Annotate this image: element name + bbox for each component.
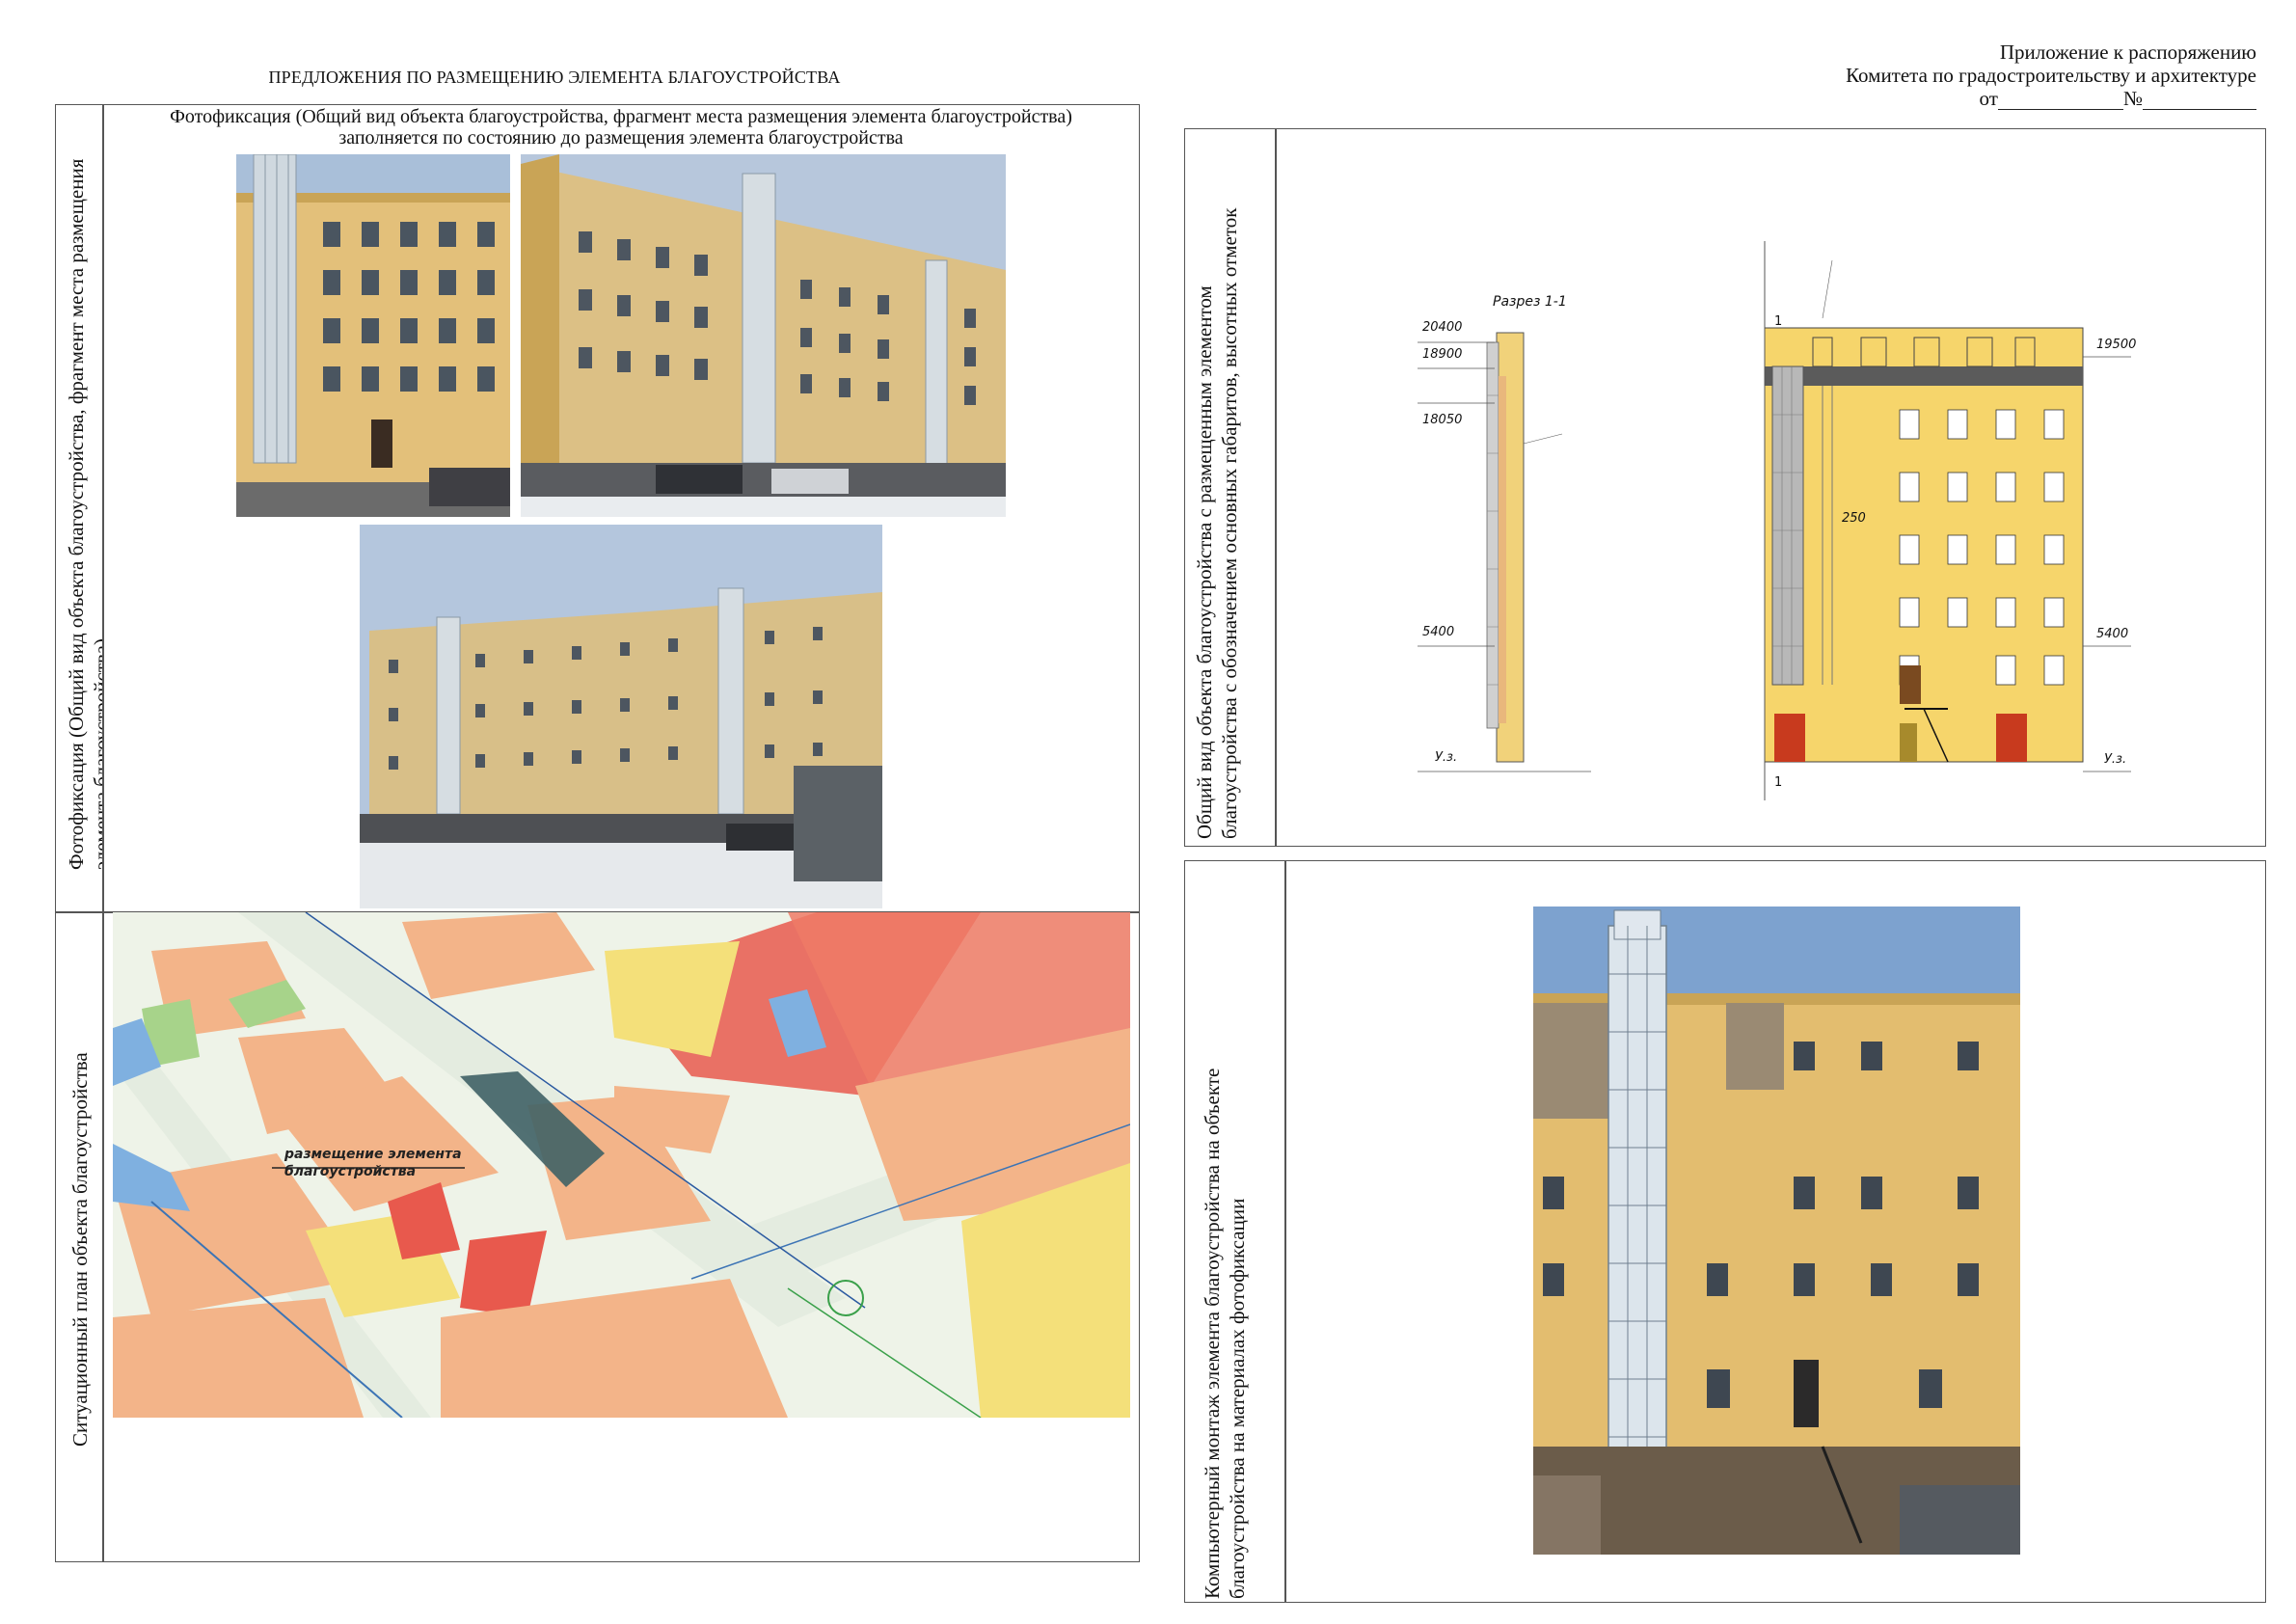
- photo-section-side-label: Фотофиксация (Общий вид объекта благоуст…: [65, 158, 102, 870]
- situational-map: размещение элемента благоустройства: [113, 912, 1130, 1418]
- axis-mark-top: 1: [1774, 314, 1783, 329]
- drawing-section-side-label: Общий вид объекта благоустройства с разм…: [1193, 207, 1241, 840]
- map-placement-label-line-1: размещение элемента: [284, 1147, 462, 1162]
- montage-photo: [1533, 907, 2020, 1555]
- mark-18050: 18050: [1422, 413, 1463, 427]
- number-label: №: [2122, 87, 2143, 110]
- map-placement-label: размещение элемента благоустройства: [284, 1146, 462, 1180]
- photo-facade-3: [360, 525, 882, 908]
- photo-caption: Фотофиксация (Общий вид объекта благоуст…: [106, 106, 1136, 149]
- right-top-divider: [1275, 128, 1277, 847]
- photo-facade-3-image: [360, 525, 882, 908]
- map-placement-label-line-2: благоустройства: [284, 1164, 417, 1179]
- section-title: Разрез 1-1: [1493, 294, 1567, 310]
- facade-drawing: Разрез 1-1 20400 18900 18050 5400 У.з. 1…: [1379, 222, 2150, 800]
- photo-facade-1: [236, 154, 510, 517]
- axis-mark-bottom: 1: [1774, 775, 1783, 790]
- mark-5400-left: 5400: [1422, 625, 1455, 639]
- photo-facade-2: [521, 154, 1006, 517]
- photo-caption-line-2: заполняется по состоянию до размещения э…: [338, 127, 904, 149]
- page-title: ПРЕДЛОЖЕНИЯ ПО РАЗМЕЩЕНИЮ ЭЛЕМЕНТА БЛАГО…: [268, 68, 841, 87]
- appendix-header: Приложение к распоряжению Комитета по гр…: [1716, 41, 2256, 110]
- mark-ground-right: У.з.: [2104, 752, 2127, 767]
- from-label: от: [1979, 87, 1998, 110]
- plan-section-side-label: Ситуационный план объекта благоустройств…: [68, 1052, 92, 1447]
- mark-20400: 20400: [1422, 320, 1463, 335]
- montage-photo-image: [1533, 907, 2020, 1555]
- right-bottom-divider: [1284, 860, 1286, 1603]
- mark-5400-right: 5400: [2096, 627, 2129, 641]
- mark-19500: 19500: [2096, 338, 2137, 352]
- appendix-date-number: от №: [1716, 87, 2256, 110]
- photo-caption-line-1: Фотофиксация (Общий вид объекта благоуст…: [170, 106, 1072, 127]
- mark-18900: 18900: [1422, 347, 1463, 362]
- montage-section-side-label: Компьютерный монтаж элемента благоустрой…: [1201, 1068, 1249, 1599]
- photo-facade-1-image: [236, 154, 510, 517]
- situational-map-image: [113, 912, 1130, 1418]
- mark-ground-left: У.з.: [1435, 750, 1458, 765]
- left-table-divider-v: [102, 104, 104, 1562]
- appendix-line-2: Комитета по градостроительству и архитек…: [1846, 64, 2256, 87]
- photo-facade-2-image: [521, 154, 1006, 517]
- appendix-line-1: Приложение к распоряжению: [1999, 41, 2256, 64]
- mark-250: 250: [1842, 511, 1866, 526]
